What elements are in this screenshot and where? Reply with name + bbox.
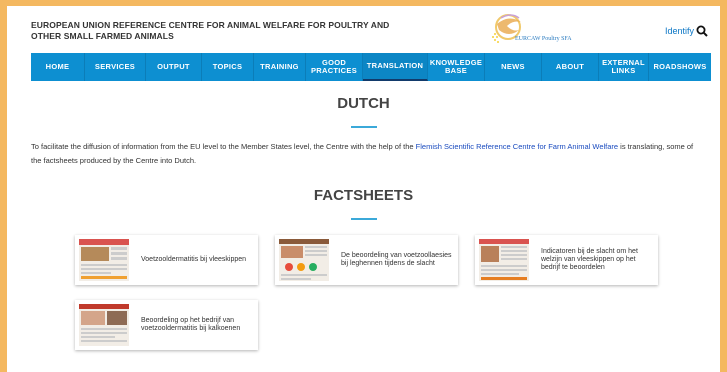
browser-frame: EUROPEAN UNION REFERENCE CENTRE FOR ANIM… [7, 6, 720, 372]
factsheet-card[interactable]: Beoordeling op het bedrijf van voetzoold… [75, 300, 258, 350]
intro-paragraph: To facilitate the diffusion of informati… [31, 140, 701, 168]
page-title: DUTCH [337, 95, 390, 112]
nav-item-news[interactable]: NEWS [485, 53, 542, 81]
identify-label: Identify [664, 26, 694, 36]
factsheet-card[interactable]: Voetzooldermatitis bij vleeskippen [75, 235, 258, 285]
site-title[interactable]: EUROPEAN UNION REFERENCE CENTRE FOR ANIM… [31, 20, 391, 42]
nav-item-home[interactable]: HOME [31, 53, 85, 81]
site-header: EUROPEAN UNION REFERENCE CENTRE FOR ANIM… [7, 6, 720, 54]
factsheet-thumbnail [79, 239, 129, 281]
flemish-centre-link[interactable]: Flemish Scientific Reference Centre for … [416, 142, 618, 151]
intro-text-start: To facilitate the diffusion of informati… [31, 142, 416, 151]
main-nav: HOME SERVICES OUTPUT TOPICS TRAINING GOO… [31, 53, 711, 81]
nav-item-roadshows[interactable]: ROADSHOWS [649, 53, 711, 81]
factsheets-heading: FACTSHEETS [313, 187, 414, 204]
factsheet-thumbnail [479, 239, 529, 281]
nav-item-good-practices[interactable]: GOOD PRACTICES [306, 53, 363, 81]
factsheet-title: Indicatoren bij de slacht om het welzijn… [541, 248, 638, 271]
factsheet-thumbnail [79, 304, 129, 346]
title-divider [351, 126, 377, 128]
factsheet-title: De beoordeling van voetzoollaesies bij l… [341, 252, 452, 267]
nav-item-translation[interactable]: TRANSLATION [363, 53, 428, 81]
factsheet-title: Voetzooldermatitis bij vleeskippen [141, 256, 247, 263]
factsheet-card[interactable]: De beoordeling van voetzoollaesies bij l… [275, 235, 458, 285]
factsheets-divider [351, 218, 377, 220]
nav-item-output[interactable]: OUTPUT [146, 53, 202, 81]
nav-item-services[interactable]: SERVICES [85, 53, 146, 81]
factsheet-thumbnail [279, 239, 329, 281]
identify-search-button[interactable]: Identify [665, 25, 708, 37]
search-icon [696, 25, 708, 37]
nav-item-knowledge-base[interactable]: KNOWLEDGE BASE [428, 53, 485, 81]
logo-text: EURCAW Poultry SFA [515, 36, 572, 42]
nav-item-external-links[interactable]: EXTERNAL LINKS [599, 53, 649, 81]
eurcaw-logo[interactable]: EURCAW Poultry SFA [491, 12, 583, 50]
nav-item-training[interactable]: TRAINING [254, 53, 306, 81]
nav-item-topics[interactable]: TOPICS [202, 53, 254, 81]
nav-item-about[interactable]: ABOUT [542, 53, 599, 81]
factsheet-title: Beoordeling op het bedrijf van voetzoold… [141, 317, 241, 332]
factsheet-card[interactable]: Indicatoren bij de slacht om het welzijn… [475, 235, 658, 285]
